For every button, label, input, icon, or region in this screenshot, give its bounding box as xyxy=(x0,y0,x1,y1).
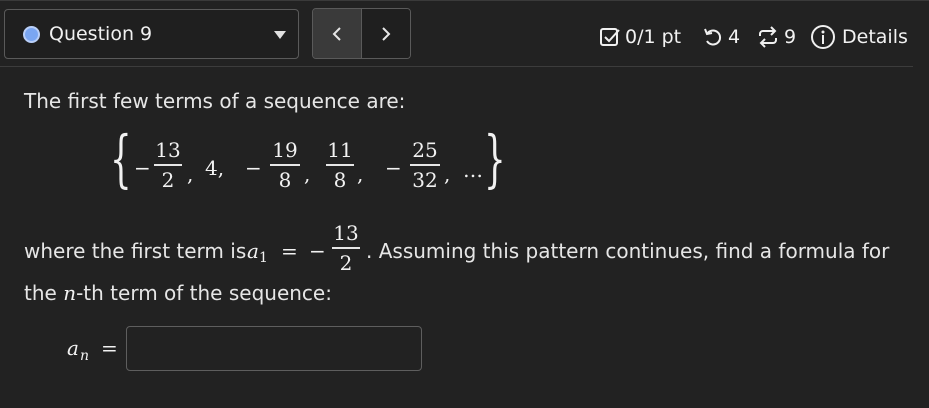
versions-indicator: 9 xyxy=(756,20,796,54)
answer-equals: = xyxy=(101,336,118,360)
fraction-bar xyxy=(154,164,182,166)
term3-fraction: 19 8 xyxy=(270,138,300,192)
question-status-dot xyxy=(23,25,40,43)
top-border xyxy=(0,0,929,1)
first-term-denominator: 2 xyxy=(339,250,353,275)
open-brace: { xyxy=(110,122,132,195)
term2: 4, xyxy=(205,156,225,180)
chevron-left-icon xyxy=(332,26,341,41)
first-term-numerator: 13 xyxy=(333,221,359,245)
term5-numerator: 25 xyxy=(412,138,438,162)
details-button[interactable]: Details xyxy=(810,20,908,54)
term3-denominator: 8 xyxy=(278,167,292,192)
first-term-line: where the first term is xyxy=(24,239,246,263)
fraction-bar xyxy=(270,164,300,166)
retries-count: 4 xyxy=(728,26,741,48)
details-label: Details xyxy=(842,26,908,48)
first-term-text: where the first term is xyxy=(24,239,247,263)
comma: , xyxy=(357,162,364,186)
fraction-bar xyxy=(326,164,354,166)
versions-icon xyxy=(756,26,780,48)
equals-sign: = xyxy=(281,239,298,263)
question-label: Question 9 xyxy=(49,23,153,45)
versions-count: 9 xyxy=(784,26,797,48)
nth-term-line: the n-th term of the sequence: xyxy=(24,281,332,305)
fraction-bar xyxy=(410,164,440,166)
line3-pre: the xyxy=(24,281,57,305)
term3-sign: − xyxy=(245,156,262,180)
checkbox-icon xyxy=(599,26,621,48)
previous-question-button[interactable] xyxy=(313,9,362,58)
question-nav xyxy=(312,8,411,59)
term1-denominator: 2 xyxy=(161,167,175,192)
close-brace: } xyxy=(484,122,506,195)
first-term-var: a xyxy=(247,239,259,263)
answer-var: a xyxy=(67,336,79,360)
first-term-sign: − xyxy=(309,239,326,263)
header-divider xyxy=(0,66,913,67)
fraction-bar xyxy=(332,247,360,249)
term3-numerator: 19 xyxy=(272,138,298,162)
first-term-fraction: 13 2 xyxy=(332,221,360,275)
next-question-button[interactable] xyxy=(362,9,410,58)
chevron-right-icon xyxy=(382,26,391,41)
retries-indicator: 4 xyxy=(702,20,740,54)
ellipsis: … xyxy=(463,158,483,182)
term5-denominator: 32 xyxy=(412,167,438,192)
comma: , xyxy=(304,162,311,186)
comma: , xyxy=(187,162,194,186)
term4-numerator: 11 xyxy=(327,138,353,162)
term5-fraction: 25 32 xyxy=(410,138,440,192)
term1-fraction: 13 2 xyxy=(154,138,182,192)
term5-sign: − xyxy=(385,156,402,180)
answer-input[interactable] xyxy=(126,326,422,371)
term4-fraction: 11 8 xyxy=(326,138,354,192)
info-icon xyxy=(810,24,836,50)
instruction-tail: . Assuming this pattern continues, find … xyxy=(366,239,890,263)
line3-var: n xyxy=(63,281,77,305)
term1-sign: − xyxy=(134,156,151,180)
first-term-sub: 1 xyxy=(259,250,268,266)
answer-sub: n xyxy=(80,348,90,364)
comma: , xyxy=(444,162,451,186)
term1-numerator: 13 xyxy=(155,138,181,162)
score-indicator: 0/1 pt xyxy=(599,20,681,54)
score-text: 0/1 pt xyxy=(625,26,682,48)
retry-icon xyxy=(702,26,724,48)
term4-denominator: 8 xyxy=(333,167,347,192)
line3-post: -th term of the sequence: xyxy=(76,281,332,305)
question-select[interactable]: Question 9 xyxy=(4,9,299,59)
chevron-down-icon xyxy=(274,31,286,39)
question-prompt: The first few terms of a sequence are: xyxy=(24,89,406,113)
